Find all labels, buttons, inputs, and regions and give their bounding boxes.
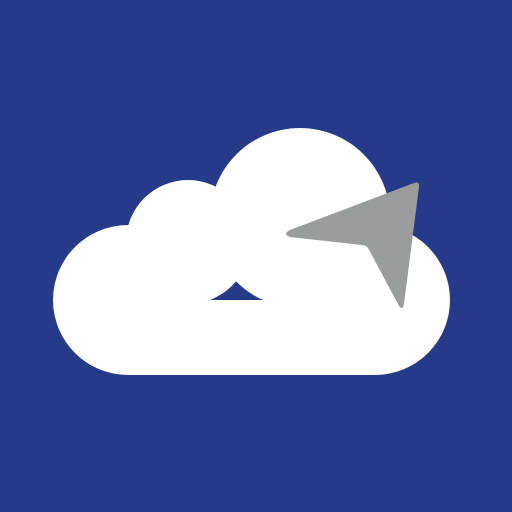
app-icon: [0, 0, 512, 512]
app-icon-graphic: [0, 0, 512, 512]
